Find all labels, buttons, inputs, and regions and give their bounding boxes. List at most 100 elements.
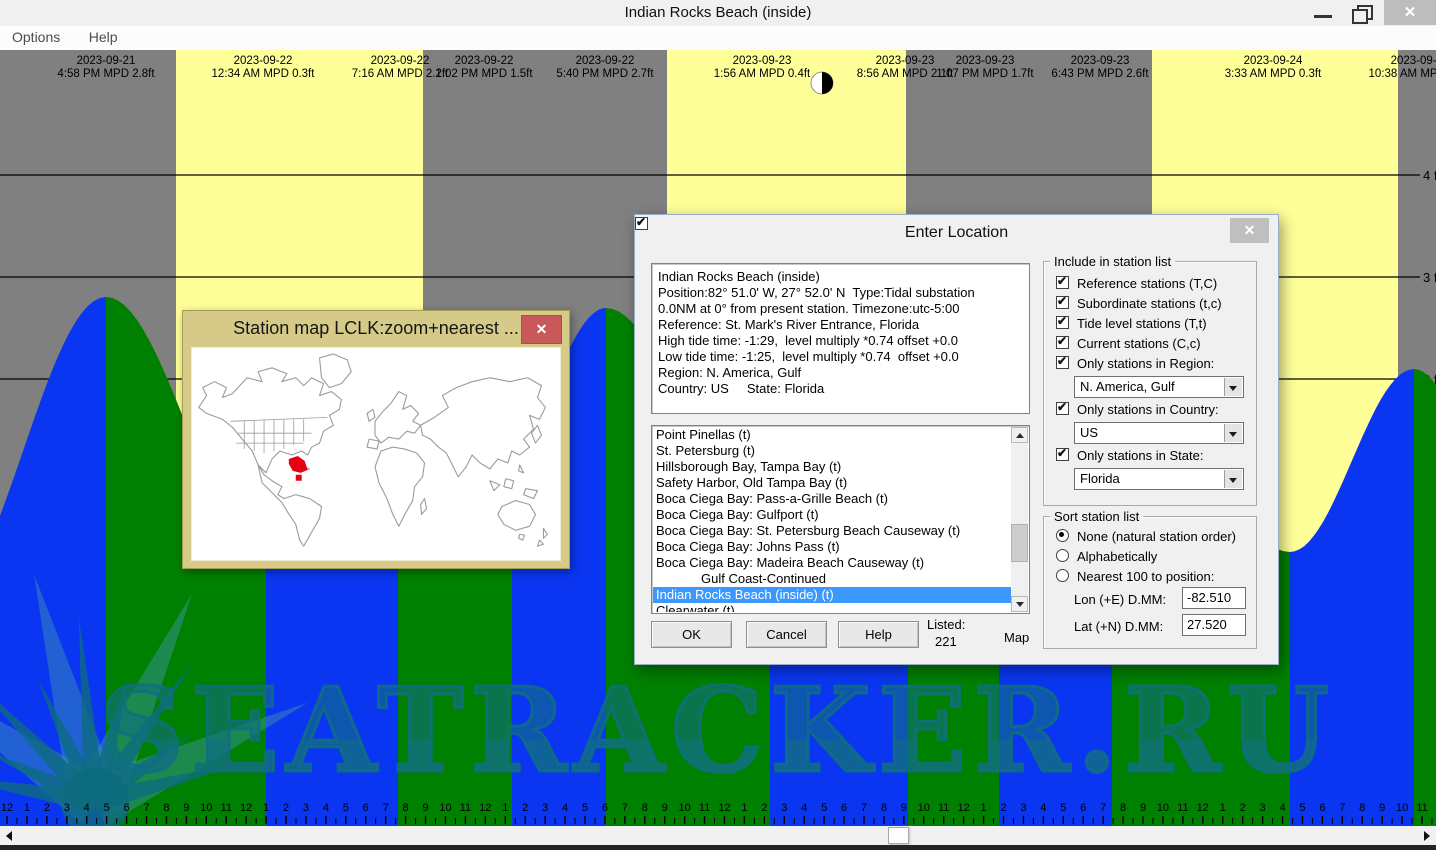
radio-label: Nearest 100 to position: bbox=[1077, 569, 1214, 584]
dropdown-arrow-icon[interactable] bbox=[1224, 470, 1242, 488]
station-info-line: 0.0NM at 0° from present station. Timezo… bbox=[658, 301, 1029, 317]
checkbox[interactable] bbox=[1056, 448, 1069, 461]
hour-label: 4 bbox=[801, 802, 807, 814]
hour-label: 12 bbox=[958, 802, 970, 814]
map-selected-region-marker bbox=[289, 456, 308, 481]
listed-count: 221 bbox=[935, 634, 957, 649]
station-list-item[interactable]: Point Pinellas (t) bbox=[653, 427, 1011, 443]
radio-button[interactable] bbox=[1056, 569, 1069, 582]
tide-annotation-date: 2023-09-23 bbox=[1071, 55, 1130, 67]
hour-label: 8 bbox=[642, 802, 648, 814]
station-list-item[interactable]: Boca Ciega Bay: Gulfport (t) bbox=[653, 507, 1011, 523]
tide-annotation-date: 2023-09-22 bbox=[234, 55, 293, 67]
ok-button[interactable]: OK bbox=[651, 621, 732, 648]
dropdown[interactable]: Florida bbox=[1074, 468, 1244, 490]
restore-button[interactable] bbox=[1344, 0, 1378, 25]
hour-label: 2 bbox=[761, 802, 767, 814]
dialog-title: Enter Location bbox=[635, 215, 1278, 249]
hour-label: 7 bbox=[383, 802, 389, 814]
hour-label: 9 bbox=[183, 802, 189, 814]
hour-label: 4 bbox=[562, 802, 568, 814]
sort-group: Sort station list None (natural station … bbox=[1043, 516, 1257, 649]
hour-label: 9 bbox=[901, 802, 907, 814]
hour-label: 12 bbox=[1197, 802, 1209, 814]
checkbox[interactable] bbox=[1056, 276, 1069, 289]
scroll-up-button[interactable] bbox=[1011, 427, 1028, 443]
minimize-button[interactable] bbox=[1306, 0, 1340, 25]
radio-button[interactable] bbox=[1056, 549, 1069, 562]
hour-label: 8 bbox=[403, 802, 409, 814]
dropdown[interactable]: US bbox=[1074, 422, 1244, 444]
coordinate-input[interactable]: 27.520 bbox=[1182, 614, 1246, 636]
hour-label: 10 bbox=[439, 802, 451, 814]
hour-label: 5 bbox=[582, 802, 588, 814]
hour-label: 5 bbox=[1060, 802, 1066, 814]
hour-label: 10 bbox=[1157, 802, 1169, 814]
hscrollbar-thumb[interactable] bbox=[888, 827, 909, 844]
station-list-item[interactable]: Clearwater (t) bbox=[653, 603, 1011, 612]
checkbox[interactable] bbox=[1056, 356, 1069, 369]
checkbox[interactable] bbox=[1056, 336, 1069, 349]
dropdown-arrow-icon[interactable] bbox=[1224, 378, 1242, 396]
help-button[interactable]: Help bbox=[838, 621, 919, 648]
radio-button[interactable] bbox=[1056, 529, 1069, 542]
hour-label: 3 bbox=[1020, 802, 1026, 814]
hour-label: 11 bbox=[1177, 802, 1188, 814]
station-list-item[interactable]: Boca Ciega Bay: Pass-a-Grille Beach (t) bbox=[653, 491, 1011, 507]
menu-options[interactable]: Options bbox=[0, 26, 72, 45]
tide-annotation-date: 2023-09-21 bbox=[77, 55, 136, 67]
scroll-left-button[interactable] bbox=[0, 826, 19, 845]
sort-option-row: Alphabetically bbox=[1056, 547, 1256, 567]
tide-annotation-time: 5:40 PM MPD 2.7ft bbox=[556, 68, 654, 80]
dropdown[interactable]: N. America, Gulf bbox=[1074, 376, 1244, 398]
close-button[interactable]: ✕ bbox=[1384, 0, 1436, 25]
checkbox[interactable] bbox=[1056, 296, 1069, 309]
station-list-item[interactable]: Gulf Coast-Continued bbox=[653, 571, 1011, 587]
map-checkbox-label: Map bbox=[1004, 630, 1029, 645]
map-checkbox[interactable] bbox=[635, 217, 648, 230]
tide-annotation-time: 1:56 AM MPD 0.4ft bbox=[714, 68, 811, 80]
hour-label: 10 bbox=[918, 802, 930, 814]
world-map[interactable] bbox=[191, 347, 561, 561]
checkbox-label: Only stations in State: bbox=[1077, 448, 1203, 463]
scroll-right-button[interactable] bbox=[1417, 826, 1436, 845]
station-list-scrollbar[interactable] bbox=[1011, 427, 1028, 612]
arrow-down-icon bbox=[1016, 602, 1024, 607]
checkbox[interactable] bbox=[1056, 402, 1069, 415]
hour-label: 8 bbox=[1120, 802, 1126, 814]
y-axis-label: 3 ft bbox=[1423, 270, 1436, 285]
hour-label: 3 bbox=[542, 802, 548, 814]
station-list-item[interactable]: Boca Ciega Bay: Madeira Beach Causeway (… bbox=[653, 555, 1011, 571]
station-info-line: Country: US State: Florida bbox=[658, 381, 1029, 397]
window-title: Indian Rocks Beach (inside) bbox=[0, 0, 1436, 26]
coordinate-input[interactable]: -82.510 bbox=[1182, 587, 1246, 609]
menu-help[interactable]: Help bbox=[77, 26, 130, 45]
cancel-button[interactable]: Cancel bbox=[746, 621, 827, 648]
station-list-item-selected[interactable]: Indian Rocks Beach (inside) (t) bbox=[653, 587, 1011, 603]
scrollbar-thumb[interactable] bbox=[1011, 524, 1028, 562]
tide-annotation-time: 10:38 AM MPD 2.0ft bbox=[1369, 68, 1436, 80]
hour-label: 4 bbox=[1279, 802, 1285, 814]
scroll-down-button[interactable] bbox=[1011, 596, 1028, 612]
station-list-item[interactable]: Hillsborough Bay, Tampa Bay (t) bbox=[653, 459, 1011, 475]
hour-label: 6 bbox=[1319, 802, 1325, 814]
station-list-item[interactable]: Safety Harbor, Old Tampa Bay (t) bbox=[653, 475, 1011, 491]
station-list-item[interactable]: Boca Ciega Bay: Johns Pass (t) bbox=[653, 539, 1011, 555]
app-window: { "window": {"title": "Indian Rocks Beac… bbox=[0, 0, 1436, 850]
station-map-title[interactable]: Station map LCLK:zoom+nearest ... bbox=[183, 311, 569, 346]
arrow-up-icon bbox=[1016, 433, 1024, 438]
checkbox[interactable] bbox=[1056, 316, 1069, 329]
station-list-item[interactable]: St. Petersburg (t) bbox=[653, 443, 1011, 459]
station-list-item[interactable]: Boca Ciega Bay: St. Petersburg Beach Cau… bbox=[653, 523, 1011, 539]
sort-option-row: Nearest 100 to position: bbox=[1056, 567, 1256, 587]
hour-label: 1 bbox=[741, 802, 747, 814]
radio-label: None (natural station order) bbox=[1077, 529, 1236, 544]
checkbox-label: Tide level stations (T,t) bbox=[1077, 316, 1207, 331]
hour-label: 9 bbox=[662, 802, 668, 814]
dropdown-arrow-icon[interactable] bbox=[1224, 424, 1242, 442]
enter-location-dialog: Enter Location ✕ Indian Rocks Beach (ins… bbox=[634, 214, 1279, 665]
horizontal-scrollbar[interactable] bbox=[0, 826, 1436, 845]
station-map-close-button[interactable]: ✕ bbox=[521, 315, 562, 344]
window-bottom-edge bbox=[0, 845, 1436, 850]
dialog-close-button[interactable]: ✕ bbox=[1230, 218, 1269, 243]
